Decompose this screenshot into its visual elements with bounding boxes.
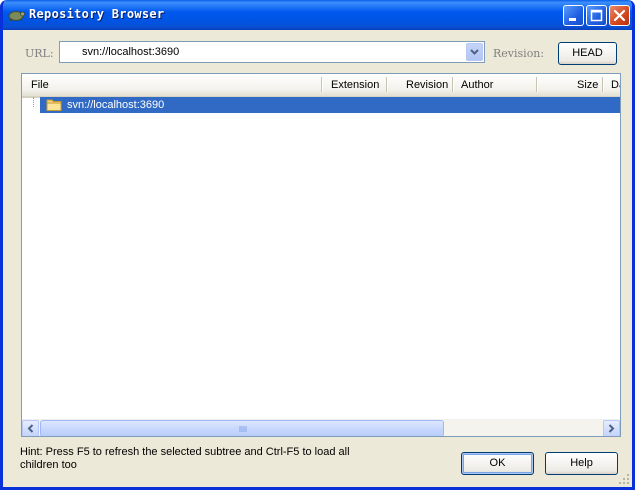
help-button[interactable]: Help (545, 452, 618, 475)
minimize-button[interactable] (563, 5, 584, 26)
repository-list[interactable]: File Extension Revision Author Size Da s… (21, 73, 621, 437)
help-label: Help (570, 457, 593, 469)
column-header-size[interactable]: Size (577, 79, 598, 91)
window-title: Repository Browser (29, 7, 165, 21)
chevron-left-icon (27, 424, 34, 433)
revision-head-label: HEAD (572, 47, 603, 59)
close-button[interactable] (609, 5, 630, 26)
tree-row-label: svn://localhost:3690 (67, 99, 165, 111)
grip-icon (239, 426, 247, 432)
column-divider[interactable] (602, 77, 603, 92)
title-bar[interactable]: Repository Browser (3, 0, 632, 30)
resize-grip-icon[interactable] (618, 473, 630, 485)
column-divider[interactable] (536, 77, 537, 92)
repository-browser-window: Repository Browser URL: svn://localhost:… (0, 0, 635, 490)
url-label: URL: (25, 47, 54, 60)
maximize-icon (590, 9, 603, 22)
revision-label: Revision: (493, 47, 545, 60)
url-combobox[interactable]: svn://localhost:3690 (59, 41, 485, 63)
maximize-button[interactable] (586, 5, 607, 26)
column-header-date[interactable]: Da (611, 79, 620, 91)
close-icon (613, 9, 626, 22)
column-header-revision[interactable]: Revision (406, 79, 448, 91)
column-divider[interactable] (452, 77, 453, 92)
scroll-thumb[interactable] (40, 420, 444, 436)
column-divider[interactable] (321, 77, 322, 92)
chevron-right-icon (608, 424, 615, 433)
scroll-right-button[interactable] (603, 420, 620, 436)
folder-icon (46, 99, 62, 111)
column-header-extension[interactable]: Extension (331, 79, 379, 91)
chevron-down-icon (470, 49, 479, 55)
horizontal-scrollbar[interactable] (22, 419, 620, 436)
hint-text: Hint: Press F5 to refresh the selected s… (20, 446, 350, 471)
ok-button[interactable]: OK (461, 452, 534, 475)
column-divider[interactable] (386, 77, 387, 92)
tree-row-repository-root[interactable]: svn://localhost:3690 (40, 97, 620, 113)
ok-label: OK (489, 457, 506, 469)
column-header-author[interactable]: Author (461, 79, 493, 91)
url-dropdown-button[interactable] (466, 43, 483, 61)
column-header-file[interactable]: File (31, 79, 49, 91)
revision-head-button[interactable]: HEAD (558, 42, 617, 65)
tree-connector (33, 97, 34, 107)
scroll-left-button[interactable] (22, 420, 39, 436)
url-value: svn://localhost:3690 (82, 46, 180, 58)
minimize-icon (569, 18, 576, 21)
list-header: File Extension Revision Author Size Da (22, 74, 620, 98)
tortoise-icon (8, 11, 25, 22)
